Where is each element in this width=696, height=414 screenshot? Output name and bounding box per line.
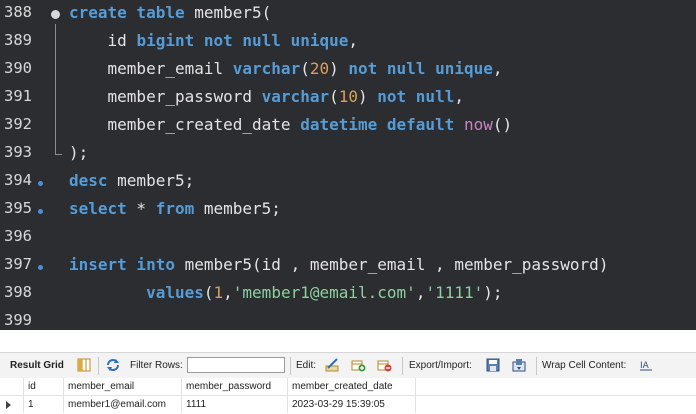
grid-header-row: id member_email member_password member_c… xyxy=(0,378,696,396)
add-row-icon[interactable] xyxy=(350,357,366,373)
line-number: 390 xyxy=(4,59,32,77)
line-number: 391 xyxy=(4,87,32,105)
code-text[interactable]: member_created_date datetime default now… xyxy=(69,115,513,134)
code-line[interactable]: 393); xyxy=(0,140,696,168)
fold-toggle-icon[interactable] xyxy=(51,10,60,19)
sql-editor[interactable]: 388 create table member5( 389 id bigint no… xyxy=(0,0,696,330)
grid-icon[interactable] xyxy=(76,357,92,373)
code-line[interactable]: 388 create table member5( xyxy=(0,0,696,28)
code-line[interactable]: 391 member_password varchar(10) not null… xyxy=(0,84,696,112)
statement-marker-icon xyxy=(38,181,43,186)
code-text[interactable]: create table member5( xyxy=(69,3,271,22)
delete-row-icon[interactable] xyxy=(376,357,392,373)
line-number: 396 xyxy=(4,227,32,245)
result-panel: Result Grid Filter Rows: Edit: Export/Im… xyxy=(0,330,696,414)
code-line[interactable]: 398 values(1,'member1@email.com','1111')… xyxy=(0,280,696,308)
code-line[interactable]: 396 xyxy=(0,224,696,252)
table-row[interactable]: 1 member1@email.com 1111 2023-03-29 15:3… xyxy=(0,396,696,413)
toolbar-separator xyxy=(98,357,99,375)
cell-member-created-date[interactable]: 2023-03-29 15:39:05 xyxy=(288,396,416,413)
code-text[interactable]: ); xyxy=(69,143,88,162)
toolbar-separator xyxy=(290,357,291,375)
line-number: 398 xyxy=(4,283,32,301)
code-text[interactable]: select * from member5; xyxy=(69,199,281,218)
line-number: 397 xyxy=(4,255,32,273)
cell-member-email[interactable]: member1@email.com xyxy=(64,396,182,413)
line-number: 389 xyxy=(4,31,32,49)
line-number: 399 xyxy=(4,311,32,329)
toolbar-separator xyxy=(536,357,537,375)
current-row-arrow-icon xyxy=(6,401,11,409)
code-line[interactable]: 392 member_created_date datetime default… xyxy=(0,112,696,140)
wrap-cell-label: Wrap Cell Content: xyxy=(542,360,627,371)
result-toolbar: Result Grid Filter Rows: Edit: Export/Im… xyxy=(0,352,696,380)
cell-id[interactable]: 1 xyxy=(24,396,64,413)
export-icon[interactable] xyxy=(485,357,501,373)
code-text[interactable]: member_password varchar(10) not null, xyxy=(69,87,464,106)
column-header-id[interactable]: id xyxy=(24,378,64,395)
line-number: 395 xyxy=(4,199,32,217)
cell-member-password[interactable]: 1111 xyxy=(182,396,288,413)
code-text[interactable]: member_email varchar(20) not null unique… xyxy=(69,59,503,78)
code-line[interactable]: 395 select * from member5; xyxy=(0,196,696,224)
code-line[interactable]: 394 desc member5; xyxy=(0,168,696,196)
result-grid-tab[interactable]: Result Grid xyxy=(10,360,64,371)
filter-rows-input[interactable] xyxy=(187,357,285,373)
workbench-window: 388 create table member5( 389 id bigint no… xyxy=(0,0,696,414)
edit-cell-icon[interactable] xyxy=(324,357,340,373)
code-line[interactable]: 397 insert into member5(id , member_email… xyxy=(0,252,696,280)
code-text[interactable]: id bigint not null unique, xyxy=(69,31,358,50)
refresh-icon[interactable] xyxy=(105,357,121,373)
code-text[interactable]: insert into member5(id , member_email , … xyxy=(69,255,608,274)
statement-marker-icon xyxy=(38,209,43,214)
row-header[interactable] xyxy=(0,396,24,413)
code-line[interactable]: 390 member_email varchar(20) not null un… xyxy=(0,56,696,84)
line-number: 393 xyxy=(4,143,32,161)
export-import-label: Export/Import: xyxy=(409,360,472,371)
code-text[interactable]: values(1,'member1@email.com','1111'); xyxy=(69,283,502,302)
code-text[interactable]: desc member5; xyxy=(69,171,194,190)
result-grid: id member_email member_password member_c… xyxy=(0,378,696,414)
code-line[interactable]: 389 id bigint not null unique, xyxy=(0,28,696,56)
toolbar-separator xyxy=(402,357,403,375)
line-number: 392 xyxy=(4,115,32,133)
line-number: 394 xyxy=(4,171,32,189)
column-header-member-password[interactable]: member_password xyxy=(182,378,288,395)
wrap-text-icon[interactable]: IA xyxy=(638,357,654,373)
column-header-member-created-date[interactable]: member_created_date xyxy=(288,378,416,395)
import-icon[interactable] xyxy=(511,357,527,373)
statement-marker-icon xyxy=(38,265,43,270)
row-header-corner xyxy=(0,378,24,395)
code-line[interactable]: 399 xyxy=(0,308,696,330)
filter-rows-label: Filter Rows: xyxy=(130,360,183,371)
column-header-member-email[interactable]: member_email xyxy=(64,378,182,395)
edit-label: Edit: xyxy=(296,360,317,371)
line-number: 388 xyxy=(4,3,32,21)
